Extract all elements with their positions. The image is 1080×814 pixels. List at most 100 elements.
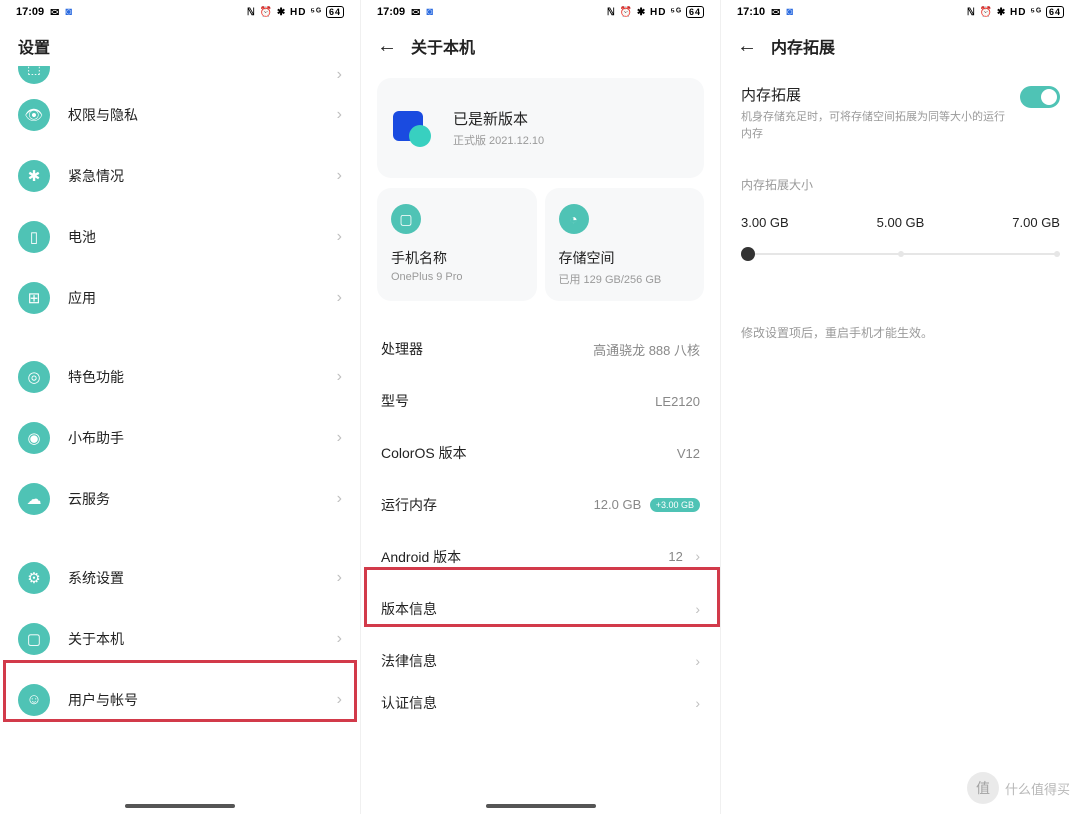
app-icon: ◙: [786, 6, 793, 18]
chevron-right-icon: ›: [337, 569, 342, 587]
assistant-icon: ◉: [18, 422, 50, 454]
version-card[interactable]: 已是新版本 正式版 2021.12.10: [377, 78, 704, 178]
emergency-icon: ✱: [18, 160, 50, 192]
phone-icon: ▢: [18, 623, 50, 655]
spec-key: 认证信息: [381, 693, 437, 713]
row-label: 小布助手: [68, 428, 319, 448]
spec-key: 处理器: [381, 339, 423, 359]
spec-row-legal[interactable]: 法律信息 ›: [361, 635, 720, 687]
settings-row-system[interactable]: ⚙ 系统设置 ›: [0, 547, 360, 608]
size-slider[interactable]: [741, 244, 1060, 264]
memory-expand-toggle-row: 内存拓展 机身存储充足时，可将存储空间拓展为同等大小的运行内存: [741, 84, 1060, 142]
size-options: 3.00 GB 5.00 GB 7.00 GB: [741, 215, 1060, 230]
page-title: 内存拓展: [771, 34, 835, 58]
version-sub: 正式版 2021.12.10: [453, 132, 544, 148]
settings-row-cloud[interactable]: ☁ 云服务 ›: [0, 468, 360, 529]
watermark-badge-icon: 值: [967, 772, 999, 804]
battery-level: 64: [686, 6, 704, 18]
memory-expand-toggle[interactable]: [1020, 86, 1060, 108]
row-label: 紧急情况: [68, 166, 319, 186]
spec-list: 处理器 高通骁龙 888 八核 型号 LE2120 ColorOS 版本 V12…: [361, 323, 720, 719]
gear-icon: ⚙: [18, 562, 50, 594]
spec-row-ram[interactable]: 运行内存 12.0 GB +3.00 GB: [361, 479, 720, 531]
row-label: 权限与隐私: [68, 105, 319, 125]
settings-row-privacy[interactable]: 👁 权限与隐私 ›: [0, 84, 360, 145]
phone-name-card[interactable]: ▢ 手机名称 OnePlus 9 Pro: [377, 188, 537, 301]
spec-val: 12: [668, 549, 682, 564]
settings-row-battery[interactable]: ▯ 电池 ›: [0, 206, 360, 267]
card-title: 手机名称: [391, 248, 523, 268]
toggle-sub: 机身存储充足时，可将存储空间拓展为同等大小的运行内存: [741, 109, 1010, 142]
chevron-right-icon: ›: [695, 601, 700, 617]
chevron-right-icon: ›: [337, 429, 342, 447]
back-arrow-icon[interactable]: ←: [377, 35, 397, 58]
settings-row-about[interactable]: ▢ 关于本机 ›: [0, 608, 360, 669]
status-bar: 17:09 ✉ ◙ ℕ ⏰ ✱ HD ⁵ᴳ 64: [361, 0, 720, 24]
spec-key: 版本信息: [381, 599, 437, 619]
status-icons: ℕ ⏰ ✱ HD ⁵ᴳ: [967, 7, 1042, 18]
spec-row-android[interactable]: Android 版本 12 ›: [361, 531, 720, 583]
about-panel: 17:09 ✉ ◙ ℕ ⏰ ✱ HD ⁵ᴳ 64 ← 关于本机 已是新版本 正式…: [360, 0, 720, 814]
size-section-label: 内存拓展大小: [741, 176, 1060, 193]
wechat-icon: ✉: [411, 6, 420, 19]
back-arrow-icon[interactable]: ←: [737, 35, 757, 58]
chevron-right-icon: ›: [695, 548, 700, 564]
row-label: 云服务: [68, 489, 319, 509]
settings-row-assistant[interactable]: ◉ 小布助手 ›: [0, 407, 360, 468]
settings-row-apps[interactable]: ⊞ 应用 ›: [0, 267, 360, 328]
generic-icon: ⬚: [18, 66, 50, 84]
status-time: 17:10: [737, 6, 765, 18]
row-label: 关于本机: [68, 629, 319, 649]
status-time: 17:09: [16, 6, 44, 18]
os-logo-icon: [393, 105, 439, 151]
settings-row-cut[interactable]: ⬚ ›: [0, 66, 360, 84]
chevron-right-icon: ›: [337, 630, 342, 648]
settings-row-account[interactable]: ☺ 用户与帐号 ›: [0, 669, 360, 730]
chevron-right-icon: ›: [337, 490, 342, 508]
memory-expand-panel: 17:10 ✉ ◙ ℕ ⏰ ✱ HD ⁵ᴳ 64 ← 内存拓展 内存拓展 机身存…: [720, 0, 1080, 814]
header: ← 关于本机: [361, 24, 720, 68]
chevron-right-icon: ›: [337, 66, 342, 84]
slider-tick: [898, 251, 904, 257]
spec-row-model[interactable]: 型号 LE2120: [361, 375, 720, 427]
spec-key: ColorOS 版本: [381, 443, 467, 463]
card-sub: OnePlus 9 Pro: [391, 271, 523, 283]
slider-thumb[interactable]: [741, 247, 755, 261]
card-title: 存储空间: [559, 248, 691, 268]
spec-row-version-info[interactable]: 版本信息 ›: [361, 583, 720, 635]
spec-key: 型号: [381, 391, 409, 411]
user-icon: ☺: [18, 684, 50, 716]
chevron-right-icon: ›: [695, 695, 700, 711]
spec-row-processor[interactable]: 处理器 高通骁龙 888 八核: [361, 323, 720, 375]
size-opt-0: 3.00 GB: [741, 215, 789, 230]
battery-level: 64: [326, 6, 344, 18]
eye-icon: 👁: [18, 99, 50, 131]
feature-icon: ◎: [18, 361, 50, 393]
spec-key: Android 版本: [381, 547, 461, 567]
settings-row-emergency[interactable]: ✱ 紧急情况 ›: [0, 145, 360, 206]
row-label: 特色功能: [68, 367, 319, 387]
page-title: 设置: [0, 24, 360, 66]
settings-row-features[interactable]: ◎ 特色功能 ›: [0, 346, 360, 407]
spec-val: LE2120: [655, 394, 700, 409]
chevron-right-icon: ›: [337, 106, 342, 124]
spec-key: 运行内存: [381, 495, 437, 515]
home-indicator[interactable]: [486, 804, 596, 808]
chevron-right-icon: ›: [337, 368, 342, 386]
chevron-right-icon: ›: [337, 691, 342, 709]
settings-panel: 17:09 ✉ ◙ ℕ ⏰ ✱ HD ⁵ᴳ 64 设置 ⬚ › 👁 权限与隐私 …: [0, 0, 360, 814]
spec-val: 高通骁龙 888 八核: [593, 340, 700, 359]
home-indicator[interactable]: [125, 804, 235, 808]
spec-val: V12: [677, 446, 700, 461]
storage-icon: ◔: [559, 204, 589, 234]
status-icons: ℕ ⏰ ✱ HD ⁵ᴳ: [607, 7, 682, 18]
chevron-right-icon: ›: [695, 653, 700, 669]
spec-row-cert[interactable]: 认证信息 ›: [361, 687, 720, 719]
slider-tick: [1054, 251, 1060, 257]
battery-level: 64: [1046, 6, 1064, 18]
version-title: 已是新版本: [453, 108, 544, 129]
spec-row-coloros[interactable]: ColorOS 版本 V12: [361, 427, 720, 479]
apps-icon: ⊞: [18, 282, 50, 314]
spec-key: 法律信息: [381, 651, 437, 671]
storage-card[interactable]: ◔ 存储空间 已用 129 GB/256 GB: [545, 188, 705, 301]
